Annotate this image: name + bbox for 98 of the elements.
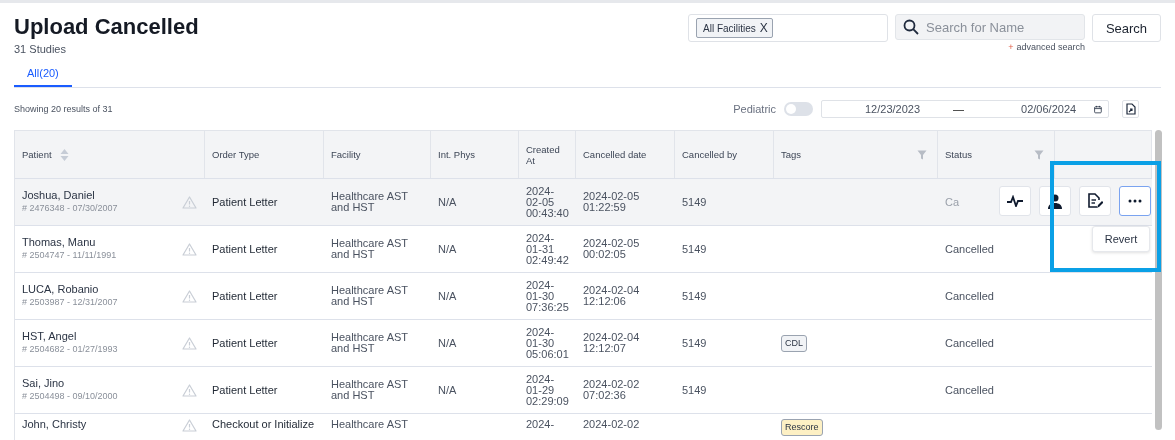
warning-icon — [182, 242, 197, 256]
patient-details: # 2504498 - 09/10/2000 — [22, 391, 118, 402]
warning-icon — [182, 419, 197, 432]
patient-details: # 2476348 - 07/30/2007 — [22, 203, 118, 214]
warning-icon — [182, 289, 197, 303]
more-button[interactable] — [1119, 186, 1151, 216]
cancelled-by: 5149 — [682, 243, 707, 255]
patient-name[interactable]: Sai, Jino — [22, 378, 118, 389]
created-at: 2024- 01-31 02:49:42 — [526, 232, 569, 266]
cancelled-by: 5149 — [682, 196, 707, 208]
cancelled-date: 2024-02-02 07:02:36 — [583, 379, 640, 401]
revert-menu-item[interactable]: Revert — [1092, 226, 1150, 252]
filter-icon[interactable] — [917, 149, 927, 160]
highlighted-row[interactable]: Joshua, Daniel # 2476348 - 07/30/2007 Patient Letter Healthcare AST and HST N/A 2024- 02-05 00:43:40 2024-02-05 01:22:59 5149 Ca — [15, 179, 1152, 226]
created-at: 2024- 01-30 05:06:01 — [526, 326, 569, 360]
created-at: 2024- 02-05 00:43:40 — [526, 185, 569, 219]
activity-button[interactable] — [999, 186, 1031, 216]
column-header: Facility — [331, 149, 361, 160]
created-at: 2024- 01-30 07:36:25 — [526, 279, 569, 313]
warning-icon — [182, 195, 197, 209]
pulse-icon — [1007, 195, 1023, 207]
sort-icon[interactable] — [59, 147, 69, 162]
facility-select[interactable]: All Facilities X — [688, 14, 888, 42]
cancelled-by: 5149 — [682, 337, 707, 349]
patient-details: # 2504682 - 01/27/1993 — [22, 344, 118, 355]
patient-name[interactable]: John, Christy — [22, 419, 87, 430]
cancelled-date: 2024-02-02 — [583, 419, 640, 430]
int-phys: N/A — [438, 196, 457, 208]
cancelled-date: 2024-02-05 00:02:05 — [583, 238, 640, 260]
facility-chip: All Facilities X — [696, 18, 773, 38]
facility-name: Healthcare AST and HST — [331, 238, 409, 260]
status-text: Cancelled — [945, 384, 994, 396]
facility-name: Healthcare AST and HST — [331, 332, 409, 354]
facility-name: Healthcare AST and HST — [331, 285, 409, 307]
facility-name: Healthcare AST and HST — [331, 191, 409, 213]
filter-icon[interactable] — [1034, 149, 1044, 160]
date-range-field[interactable]: 12/23/2023 — 02/06/2024 — [821, 100, 1109, 118]
status-text: Ca — [945, 196, 960, 208]
search-box[interactable]: Search for Name — [895, 14, 1085, 40]
patient-name[interactable]: Joshua, Daniel — [22, 190, 118, 201]
patient-details: # 2504747 - 11/11/1991 — [22, 250, 117, 261]
person-icon — [1048, 193, 1062, 209]
cancelled-date: 2024-02-04 12:12:07 — [583, 332, 640, 354]
study-count: 31 Studies — [14, 43, 67, 55]
plus-sign: + — [1008, 42, 1014, 52]
column-header: Cancelled by — [682, 149, 737, 160]
int-phys: N/A — [438, 290, 457, 302]
column-header: Order Type — [212, 149, 260, 160]
cancelled-by: 5149 — [682, 290, 707, 302]
column-header: Created At — [526, 143, 561, 166]
order-type: Patient Letter — [212, 243, 278, 255]
tag: CDL — [781, 334, 807, 352]
int-phys: N/A — [438, 243, 457, 255]
export-button[interactable] — [1122, 100, 1139, 118]
column-header: Tags — [781, 149, 802, 160]
warning-icon — [182, 336, 197, 350]
order-type: Patient Letter — [212, 337, 278, 349]
warning-icon — [182, 383, 197, 397]
scrollbar[interactable] — [1155, 130, 1162, 430]
patient-details: # 2503987 - 12/31/2007 — [22, 297, 118, 308]
column-header: Cancelled date — [583, 149, 647, 160]
page-title: Upload Cancelled — [14, 14, 199, 40]
order-type: Patient Letter — [212, 196, 278, 208]
int-phys: N/A — [438, 337, 457, 349]
edit-document-button[interactable] — [1079, 186, 1111, 216]
cancelled-by: 5149 — [682, 384, 707, 396]
cancelled-date: 2024-02-04 12:12:06 — [583, 285, 640, 307]
order-type: Checkout or Initialize — [212, 419, 315, 430]
pediatric-toggle[interactable] — [784, 102, 813, 116]
document-icon — [1125, 103, 1136, 115]
order-type: Patient Letter — [212, 290, 278, 302]
column-header: Status — [945, 149, 972, 160]
int-phys: N/A — [438, 384, 457, 396]
cancelled-date: 2024-02-05 01:22:59 — [583, 191, 640, 213]
search-button[interactable]: Search — [1092, 14, 1161, 42]
chip-remove[interactable]: X — [759, 21, 768, 35]
tab[interactable]: All(20) — [14, 63, 72, 87]
patient-name[interactable]: Thomas, Manu — [22, 237, 117, 248]
status-text: Cancelled — [945, 290, 994, 302]
pediatric-label: Pediatric — [733, 103, 776, 115]
results-count: Showing 20 results of 31 — [14, 104, 113, 114]
created-at: 2024- 01-29 02:29:09 — [526, 373, 569, 407]
tag: Rescore — [781, 419, 823, 436]
column-header: Int. Phys — [438, 149, 475, 160]
status-text: Cancelled — [945, 243, 994, 255]
more-icon — [1128, 199, 1142, 203]
column-header: Patient — [22, 149, 52, 160]
patient-name[interactable]: HST, Angel — [22, 331, 118, 342]
order-type: Patient Letter — [212, 384, 278, 396]
facility-name: Healthcare AST — [331, 419, 409, 430]
search-field[interactable]: Search for Name — [924, 18, 1078, 36]
patient-name[interactable]: LUCA, Robanio — [22, 284, 118, 295]
created-at: 2024- — [526, 419, 555, 430]
facility-name: Healthcare AST and HST — [331, 379, 409, 401]
status-text: Cancelled — [945, 337, 994, 349]
advanced-search-link[interactable]: advanced search — [1016, 42, 1085, 52]
document-edit-icon — [1087, 193, 1103, 209]
search-icon — [903, 19, 919, 35]
